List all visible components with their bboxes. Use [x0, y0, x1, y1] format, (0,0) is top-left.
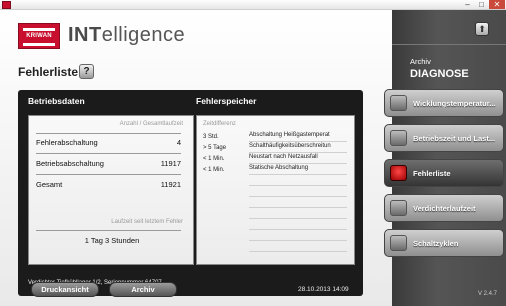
sidebar-item-fehlerliste[interactable]: Fehlerliste [384, 159, 504, 187]
count-runtime-hint: Anzahl / Gesamtlaufzeit [119, 121, 183, 127]
close-icon[interactable]: ✕ [489, 0, 505, 9]
kriwan-logo: KRIWAN [18, 23, 60, 49]
sidebar-item-betriebszeit[interactable]: Betriebszeit und Last... [384, 124, 504, 152]
archive-button[interactable]: Archiv [109, 282, 177, 297]
indicator-icon [390, 200, 407, 216]
sidebar-item-wicklungstemperatur[interactable]: Wicklungstemperatur... [384, 89, 504, 117]
version-label: V 2.4.7 [478, 291, 498, 297]
betriebsdaten-header: Betriebsdaten [28, 96, 85, 106]
brand-prefix: INT [68, 24, 102, 46]
minimize-icon[interactable]: – [461, 0, 474, 9]
sidebar: ⬆ Archiv DIAGNOSE Wicklungstemperatur...… [384, 10, 506, 306]
sidebar-item-label: Schaltzyklen [413, 239, 459, 248]
sidebar-item-schaltzyklen[interactable]: Schaltzyklen [384, 229, 504, 257]
runtime-since-error-value: 1 Tag 3 Stunden [84, 236, 140, 245]
error-time: < 1 Min. [203, 156, 225, 162]
fehlerspeicher-header: Fehlerspeicher [196, 96, 257, 106]
error-text: Neustart nach Netzausfall [249, 154, 318, 160]
row-fehlerabschaltung: Fehlerabschaltung 4 [36, 138, 181, 147]
indicator-icon [390, 130, 407, 146]
divider [36, 230, 181, 231]
brand-rest: elligence [101, 24, 186, 46]
content-panel: Betriebsdaten Fehlerspeicher Anzahl / Ge… [18, 90, 363, 296]
divider [36, 153, 181, 154]
row-label: Fehlerabschaltung [36, 138, 98, 147]
help-button[interactable]: ? [79, 64, 94, 79]
betriebsdaten-card: Anzahl / Gesamtlaufzeit Fehlerabschaltun… [28, 115, 194, 265]
fehlerspeicher-card: Zeitdifferenz 3 Std. Abschaltung Heißgas… [196, 115, 355, 265]
row-label: Gesamt [36, 180, 63, 189]
app-icon [2, 1, 11, 9]
indicator-icon [390, 235, 407, 251]
archive-label: Archiv [410, 57, 431, 66]
window-titlebar: – □ ✕ [0, 0, 506, 10]
row-gesamt: Gesamt 11921 [36, 180, 181, 189]
error-text: Schalthäufigkeitsüberschreitun [249, 143, 331, 149]
main-area: KRIWAN INTelligence Fehlerliste ? Betrie… [0, 10, 392, 306]
time-diff-hint: Zeitdifferenz [203, 121, 236, 127]
sidebar-item-label: Betriebszeit und Last... [413, 134, 496, 143]
divider [36, 174, 181, 175]
datetime: 28.10.2013 14:09 [298, 286, 349, 293]
error-time: 3 Std. [203, 134, 219, 140]
brand-title: INTelligence [68, 24, 185, 47]
divider [36, 133, 181, 134]
logo-text: KRIWAN [26, 33, 52, 39]
row-value: 11917 [160, 159, 181, 168]
error-text: Abschaltung Heißgastemperat [249, 132, 330, 138]
sidebar-item-verdichterlaufzeit[interactable]: Verdichterlaufzeit [384, 194, 504, 222]
print-preview-button[interactable]: Druckansicht [31, 282, 99, 297]
row-label: Betriebsabschaltung [36, 159, 104, 168]
exit-icon[interactable]: ⬆ [475, 22, 489, 36]
maximize-icon[interactable]: □ [475, 0, 488, 9]
runtime-since-error-hint: Laufzeit seit letztem Fehler [111, 219, 183, 225]
diagnose-label: DIAGNOSE [410, 68, 469, 80]
row-betriebsabschaltung: Betriebsabschaltung 11917 [36, 159, 181, 168]
error-time: > 5 Tage [203, 145, 227, 151]
error-text: Statische Abschaltung [249, 165, 309, 171]
row-value: 4 [176, 138, 181, 147]
sidebar-item-label: Verdichterlaufzeit [413, 204, 476, 213]
sidebar-item-label: Wicklungstemperatur... [413, 99, 496, 108]
page-title: Fehlerliste [18, 65, 79, 79]
active-indicator-icon [390, 165, 407, 181]
row-value: 11921 [160, 180, 181, 189]
sidebar-item-label: Fehlerliste [413, 169, 451, 178]
error-time: < 1 Min. [203, 167, 225, 173]
indicator-icon [390, 95, 407, 111]
